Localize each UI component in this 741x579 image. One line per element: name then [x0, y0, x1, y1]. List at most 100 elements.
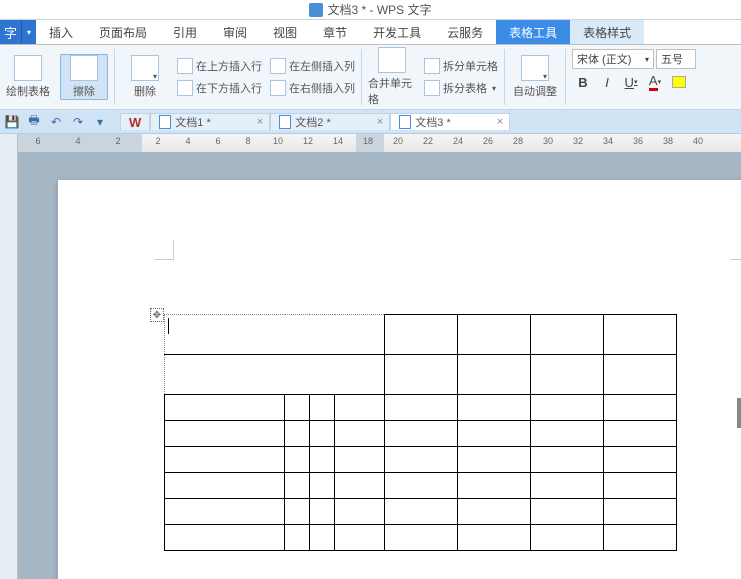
- table-cell[interactable]: [604, 421, 677, 447]
- qat-redo-icon[interactable]: ↷: [70, 114, 86, 130]
- table-cell[interactable]: [285, 525, 310, 551]
- table-cell[interactable]: [310, 499, 335, 525]
- table-cell[interactable]: [604, 473, 677, 499]
- menu-cloud[interactable]: 云服务: [434, 20, 496, 44]
- erase-button[interactable]: 擦除: [60, 54, 108, 100]
- menu-dev-tools[interactable]: 开发工具: [360, 20, 434, 44]
- vertical-ruler[interactable]: [0, 152, 18, 579]
- table-cell[interactable]: [335, 473, 385, 499]
- table-cell[interactable]: [458, 315, 531, 355]
- table-cell[interactable]: [165, 421, 285, 447]
- table-cell[interactable]: [385, 447, 458, 473]
- table-cell[interactable]: [604, 447, 677, 473]
- document-canvas[interactable]: ✥ ▸: [18, 152, 741, 579]
- table-cell[interactable]: [531, 395, 604, 421]
- font-size-select[interactable]: 五号: [656, 49, 696, 69]
- table-cell[interactable]: [458, 421, 531, 447]
- split-table-button[interactable]: 拆分表格▾: [424, 78, 498, 98]
- qat-undo-icon[interactable]: ↶: [48, 114, 64, 130]
- qat-save-icon[interactable]: 💾: [4, 114, 20, 130]
- tab-doc2[interactable]: 文档2 *×: [270, 113, 390, 130]
- table-cell[interactable]: [335, 525, 385, 551]
- table-cell[interactable]: [531, 447, 604, 473]
- table-cell[interactable]: [531, 355, 604, 395]
- insert-row-above-button[interactable]: 在上方插入行: [177, 56, 262, 76]
- table-cell[interactable]: [604, 525, 677, 551]
- qat-more-icon[interactable]: ▾: [92, 114, 108, 130]
- tab-doc3[interactable]: 文档3 *×: [390, 113, 510, 130]
- table-cell[interactable]: [385, 395, 458, 421]
- table-cell[interactable]: [165, 447, 285, 473]
- table-cell[interactable]: [385, 499, 458, 525]
- table-cell[interactable]: [385, 525, 458, 551]
- table-cell[interactable]: [458, 395, 531, 421]
- menu-view[interactable]: 视图: [260, 20, 310, 44]
- table-cell[interactable]: [458, 447, 531, 473]
- table-cell[interactable]: [531, 473, 604, 499]
- table-cell[interactable]: [310, 447, 335, 473]
- insert-row-below-button[interactable]: 在下方插入行: [177, 78, 262, 98]
- menu-references[interactable]: 引用: [160, 20, 210, 44]
- table-cell[interactable]: [310, 473, 335, 499]
- table-cell[interactable]: [310, 421, 335, 447]
- delete-button[interactable]: ▾ 删除: [121, 55, 169, 99]
- table-cell[interactable]: [335, 421, 385, 447]
- table-cell[interactable]: [458, 473, 531, 499]
- table-cell[interactable]: [165, 355, 385, 395]
- menu-page-layout[interactable]: 页面布局: [86, 20, 160, 44]
- underline-button[interactable]: U▾: [620, 71, 642, 93]
- font-name-select[interactable]: 宋体 (正文)▾: [572, 49, 654, 69]
- auto-fit-button[interactable]: ▾ 自动调整: [511, 55, 559, 99]
- table-cell[interactable]: [165, 315, 385, 355]
- app-menu-button[interactable]: 字: [0, 20, 22, 44]
- qat-print-icon[interactable]: 🖶: [26, 114, 42, 130]
- table-cell[interactable]: [285, 421, 310, 447]
- table-cell[interactable]: [385, 355, 458, 395]
- menu-insert[interactable]: 插入: [36, 20, 86, 44]
- tab-home[interactable]: W: [120, 113, 150, 130]
- table-cell[interactable]: [604, 395, 677, 421]
- table-cell[interactable]: [604, 315, 677, 355]
- table-cell[interactable]: [458, 499, 531, 525]
- table-cell[interactable]: [385, 473, 458, 499]
- table-cell[interactable]: [310, 525, 335, 551]
- bold-button[interactable]: B: [572, 71, 594, 93]
- table-cell[interactable]: [335, 447, 385, 473]
- table-cell[interactable]: [285, 447, 310, 473]
- font-color-button[interactable]: A▾: [644, 71, 666, 93]
- table-cell[interactable]: [604, 499, 677, 525]
- italic-button[interactable]: I: [596, 71, 618, 93]
- add-column-handle[interactable]: ▸: [737, 398, 741, 428]
- table-cell[interactable]: [285, 499, 310, 525]
- menu-chapter[interactable]: 章节: [310, 20, 360, 44]
- table-cell[interactable]: [385, 421, 458, 447]
- table-cell[interactable]: [531, 315, 604, 355]
- table-cell[interactable]: [335, 499, 385, 525]
- table-cell[interactable]: [165, 395, 285, 421]
- table-cell[interactable]: [310, 395, 335, 421]
- table-cell[interactable]: [531, 421, 604, 447]
- close-icon[interactable]: ×: [497, 116, 503, 128]
- table-cell[interactable]: [385, 315, 458, 355]
- menu-review[interactable]: 审阅: [210, 20, 260, 44]
- app-menu-dropdown[interactable]: ▾: [22, 20, 36, 44]
- table-cell[interactable]: [165, 473, 285, 499]
- table-cell[interactable]: [165, 525, 285, 551]
- table-cell[interactable]: [285, 395, 310, 421]
- table-cell[interactable]: [335, 395, 385, 421]
- close-icon[interactable]: ×: [257, 116, 263, 128]
- table-cell[interactable]: [458, 525, 531, 551]
- table-cell[interactable]: [604, 355, 677, 395]
- tab-doc1[interactable]: 文档1 *×: [150, 113, 270, 130]
- table-cell[interactable]: [531, 499, 604, 525]
- insert-col-left-button[interactable]: 在左侧插入列: [270, 56, 355, 76]
- menu-table-style[interactable]: 表格样式: [570, 20, 644, 44]
- table-cell[interactable]: [165, 499, 285, 525]
- draw-table-button[interactable]: 绘制表格: [4, 55, 52, 99]
- close-icon[interactable]: ×: [377, 116, 383, 128]
- table-cell[interactable]: [285, 473, 310, 499]
- split-cells-button[interactable]: 拆分单元格: [424, 56, 498, 76]
- merge-cells-button[interactable]: 合并单元格: [368, 47, 416, 107]
- insert-col-right-button[interactable]: 在右侧插入列: [270, 78, 355, 98]
- table-cell[interactable]: [458, 355, 531, 395]
